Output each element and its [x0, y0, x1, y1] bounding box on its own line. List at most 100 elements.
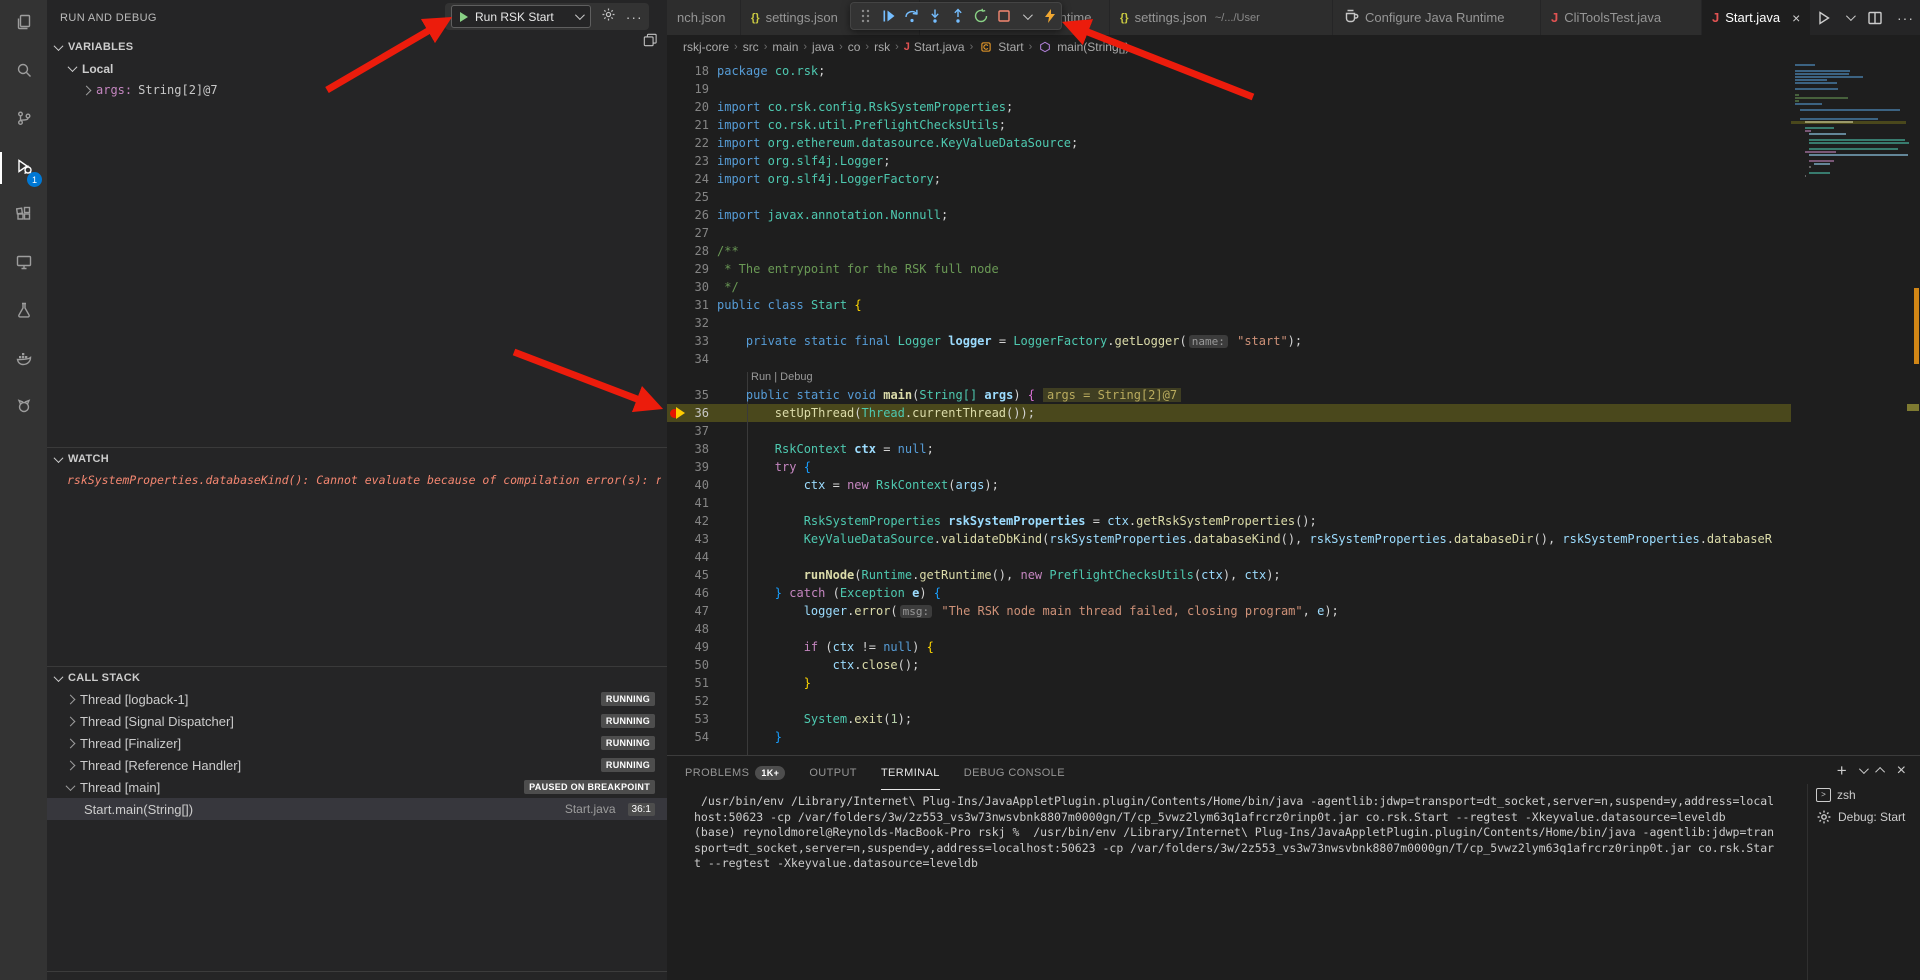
line-number[interactable]: 24 — [667, 170, 717, 188]
gear-icon[interactable] — [601, 7, 616, 27]
breadcrumb-item[interactable]: Start.java — [914, 40, 965, 54]
breadcrumb-item[interactable]: java — [812, 40, 834, 54]
chevron-down-icon[interactable] — [1015, 4, 1038, 28]
activity-bar-item[interactable] — [0, 192, 47, 240]
chevron-down-icon[interactable] — [1846, 14, 1853, 21]
tab-configure-java-runtime[interactable]: Configure Java Runtime — [1333, 0, 1541, 35]
line-number[interactable]: 45 — [667, 566, 717, 584]
line-number[interactable]: 35 — [667, 386, 717, 404]
close-panel-icon[interactable]: × — [1897, 763, 1906, 779]
line-number[interactable]: 25 — [667, 188, 717, 206]
line-number[interactable]: 20 — [667, 98, 717, 116]
line-number[interactable]: 34 — [667, 350, 717, 368]
hot-code-replace-icon[interactable] — [1038, 4, 1061, 28]
call-stack-thread[interactable]: Thread [main]PAUSED ON BREAKPOINT — [47, 776, 667, 798]
line-number[interactable]: 43 — [667, 530, 717, 548]
maximize-panel-icon[interactable] — [1878, 767, 1885, 774]
stop-icon[interactable] — [992, 4, 1015, 28]
breadcrumb-item[interactable]: src — [743, 40, 759, 54]
code-editor[interactable]: 18package co.rsk;1920import co.rsk.confi… — [667, 58, 1920, 755]
line-number[interactable]: 51 — [667, 674, 717, 692]
activity-bar-item[interactable] — [0, 336, 47, 384]
line-number[interactable]: 49 — [667, 638, 717, 656]
step-into-icon[interactable] — [923, 4, 946, 28]
line-number[interactable]: 46 — [667, 584, 717, 602]
line-number[interactable]: 50 — [667, 656, 717, 674]
chevron-down-icon[interactable] — [1859, 767, 1866, 774]
breadcrumb-item[interactable]: rskj-core — [683, 40, 729, 54]
line-number[interactable]: 33 — [667, 332, 717, 350]
panel-tab-terminal[interactable]: TERMINAL — [881, 756, 940, 790]
minimap[interactable] — [1791, 58, 1906, 755]
launch-config-dropdown[interactable]: Run RSK Start — [451, 5, 591, 28]
continue-icon[interactable] — [877, 4, 900, 28]
activity-bar-item[interactable] — [0, 240, 47, 288]
call-stack-thread[interactable]: Thread [Finalizer]RUNNING — [47, 732, 667, 754]
more-actions-icon[interactable]: ··· — [626, 9, 643, 25]
new-terminal-icon[interactable]: + — [1837, 762, 1847, 779]
step-over-icon[interactable] — [900, 4, 923, 28]
line-number[interactable]: 23 — [667, 152, 717, 170]
activity-bar-item[interactable] — [0, 384, 47, 432]
watch-section-header[interactable]: WATCH — [47, 449, 667, 469]
line-number[interactable]: 40 — [667, 476, 717, 494]
panel-tab-output[interactable]: OUTPUT — [809, 756, 857, 790]
call-stack-thread[interactable]: Thread [Reference Handler]RUNNING — [47, 754, 667, 776]
split-editor-icon[interactable] — [1867, 10, 1883, 26]
line-number[interactable]: 53 — [667, 710, 717, 728]
line-number[interactable]: 39 — [667, 458, 717, 476]
line-number[interactable]: 48 — [667, 620, 717, 638]
call-stack-thread[interactable]: Thread [logback-1]RUNNING — [47, 688, 667, 710]
overview-ruler[interactable] — [1906, 58, 1920, 755]
activity-bar-item[interactable]: 1 — [0, 144, 47, 192]
more-actions-icon[interactable]: ··· — [1897, 10, 1914, 26]
variable-args[interactable]: args: String[2]@7 — [47, 80, 218, 100]
tab-settings-json[interactable]: {}settings.json~/.../User — [1110, 0, 1333, 35]
line-number[interactable]: 28 — [667, 242, 717, 260]
line-number[interactable]: 42 — [667, 512, 717, 530]
breadcrumb-item[interactable]: main(String[]) — [1057, 40, 1129, 54]
line-number[interactable]: 27 — [667, 224, 717, 242]
line-number[interactable]: 37 — [667, 422, 717, 440]
line-number[interactable]: 47 — [667, 602, 717, 620]
terminal-list-item[interactable]: Debug: Start — [1808, 806, 1920, 828]
run-icon[interactable] — [1816, 10, 1832, 26]
line-number[interactable]: 21 — [667, 116, 717, 134]
terminal-list-item[interactable]: >zsh — [1808, 784, 1920, 806]
tab-clitoolstest-java[interactable]: JCliToolsTest.java — [1541, 0, 1702, 35]
activity-bar-item[interactable] — [0, 0, 47, 48]
line-number[interactable]: 36 — [667, 404, 717, 422]
panel-tab-debug-console[interactable]: DEBUG CONSOLE — [964, 756, 1065, 790]
breadcrumb-item[interactable]: main — [772, 40, 798, 54]
terminal-output[interactable]: /usr/bin/env /Library/Internet\ Plug-Ins… — [694, 794, 1794, 872]
line-number[interactable]: 26 — [667, 206, 717, 224]
breadcrumb-item[interactable]: rsk — [874, 40, 890, 54]
activity-bar-item[interactable] — [0, 96, 47, 144]
panel-tab-problems[interactable]: PROBLEMS1K+ — [685, 756, 785, 790]
line-number[interactable]: 44 — [667, 548, 717, 566]
line-number[interactable]: 18 — [667, 62, 717, 80]
line-number[interactable]: 41 — [667, 494, 717, 512]
call-stack-frame[interactable]: Start.main(String[])Start.java36:1 — [47, 798, 667, 820]
variables-section-header[interactable]: VARIABLES — [47, 37, 667, 57]
line-number[interactable]: 38 — [667, 440, 717, 458]
tab-nch-json[interactable]: nch.json — [667, 0, 741, 35]
line-number[interactable]: 32 — [667, 314, 717, 332]
variables-scope-local[interactable]: Local — [47, 58, 113, 79]
step-out-icon[interactable] — [946, 4, 969, 28]
restart-icon[interactable] — [969, 4, 992, 28]
tab-start-java[interactable]: JStart.java× — [1702, 0, 1811, 35]
code-lens[interactable]: Run | Debug — [667, 368, 1791, 386]
line-number[interactable]: 30 — [667, 278, 717, 296]
activity-bar-item[interactable] — [0, 48, 47, 96]
line-number[interactable]: 29 — [667, 260, 717, 278]
call-stack-thread[interactable]: Thread [Signal Dispatcher]RUNNING — [47, 710, 667, 732]
line-number[interactable]: 19 — [667, 80, 717, 98]
activity-bar-item[interactable] — [0, 288, 47, 336]
breadcrumb-item[interactable]: Start — [998, 40, 1023, 54]
line-number[interactable]: 54 — [667, 728, 717, 746]
line-number[interactable]: 31 — [667, 296, 717, 314]
close-icon[interactable]: × — [1792, 11, 1800, 25]
line-number[interactable]: 52 — [667, 692, 717, 710]
breakpoints-section-header[interactable]: BREAKPOINTS — [47, 971, 667, 980]
